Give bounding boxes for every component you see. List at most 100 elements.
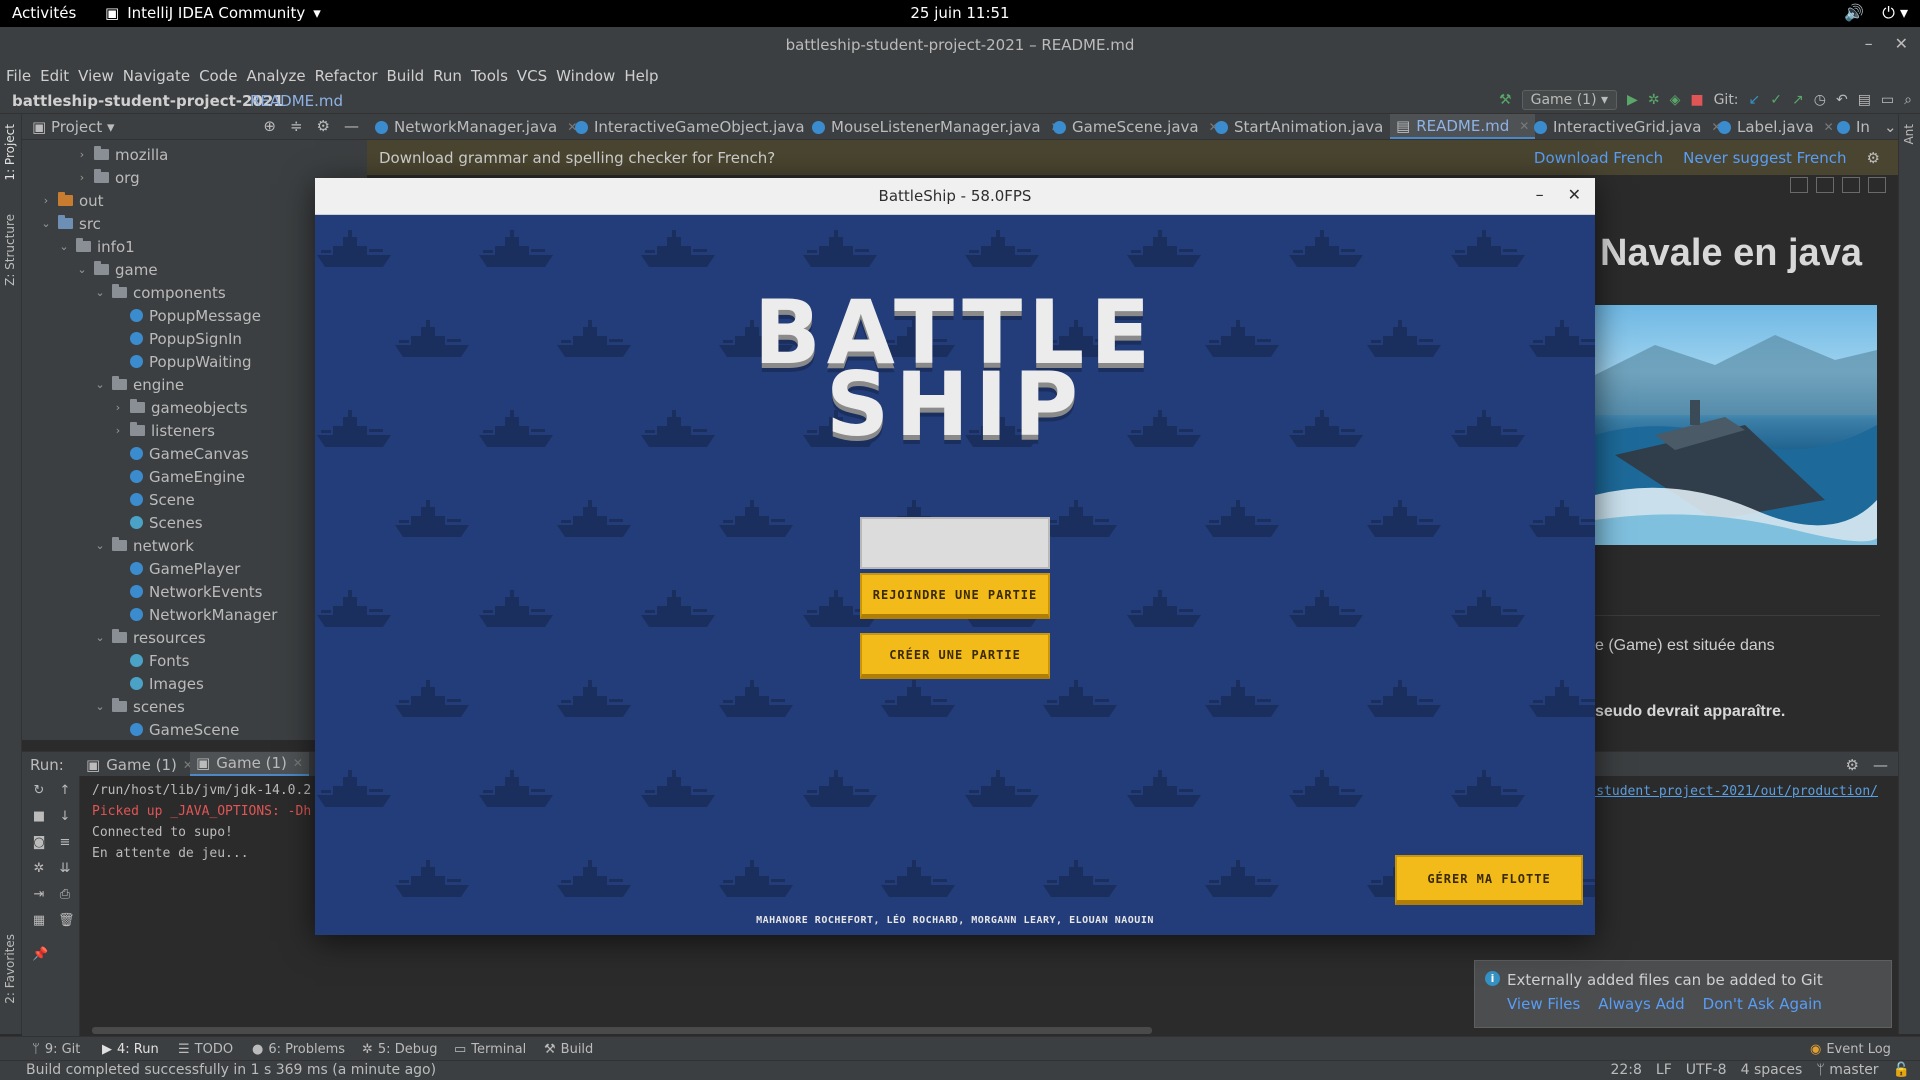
editor-tab[interactable]: Label.java ✕ [1718, 114, 1834, 139]
project-tool-tab[interactable]: 1: Project [3, 124, 17, 181]
pin-icon[interactable]: 📌 [32, 948, 48, 962]
dont-ask-link[interactable]: Don't Ask Again [1703, 995, 1822, 1013]
chevron-down-icon[interactable]: ⌄ [94, 286, 106, 299]
minimize-icon[interactable]: – [1865, 34, 1873, 53]
output-path-link[interactable]: p-student-project-2021/out/production/ [1581, 784, 1878, 799]
editor-tab[interactable]: InteractiveGrid.java ✕ [1534, 114, 1722, 139]
menu-analyze[interactable]: Analyze [246, 67, 305, 85]
power-icon[interactable]: ⏻ ▾ [1882, 3, 1908, 23]
console-scrollbar[interactable] [92, 1027, 1152, 1034]
menu-window[interactable]: Window [556, 67, 615, 85]
tree-node[interactable]: › mozilla [76, 143, 169, 166]
hide-icon[interactable]: — [344, 117, 359, 135]
chevron-right-icon[interactable]: › [112, 401, 124, 414]
menu-refactor[interactable]: Refactor [315, 67, 378, 85]
chevron-right-icon[interactable]: › [76, 171, 88, 184]
project-structure-icon[interactable]: ▤ [1858, 92, 1871, 108]
terminal-tool-button[interactable]: ▭ Terminal [454, 1042, 526, 1057]
stop-icon[interactable]: ■ [32, 810, 46, 824]
editor-tab[interactable]: In ⌄ [1837, 114, 1897, 139]
chevron-down-icon[interactable]: ⌄ [1884, 118, 1897, 136]
chevron-down-icon[interactable]: ⌄ [94, 700, 106, 713]
menu-navigate[interactable]: Navigate [123, 67, 190, 85]
run-tab-active[interactable]: ▣ Game (1) ✕ [190, 752, 309, 777]
create-game-button[interactable]: CRÉER UNE PARTIE [860, 633, 1050, 679]
git-branch[interactable]: ᛘ master [1816, 1062, 1878, 1078]
manage-fleet-button[interactable]: GÉRER MA FLOTTE [1395, 855, 1583, 905]
project-view-select[interactable]: ▣ Project ▾ [32, 118, 115, 136]
problems-tool-button[interactable]: ● 6: Problems [252, 1042, 345, 1057]
tree-node[interactable]: NetworkEvents [112, 580, 262, 603]
menu-file[interactable]: File [6, 67, 31, 85]
run-icon[interactable]: ▶ [1627, 92, 1638, 108]
chevron-down-icon[interactable]: ⌄ [58, 240, 70, 253]
debug-icon[interactable]: ✲ [32, 862, 46, 876]
debug-tool-button[interactable]: ✲ 5: Debug [362, 1042, 437, 1057]
tree-node[interactable]: GameEngine [112, 465, 245, 488]
stop-icon[interactable]: ■ [1690, 92, 1703, 108]
event-log-button[interactable]: ◉ Event Log [1810, 1042, 1891, 1057]
tree-node[interactable]: › out [40, 189, 104, 212]
tree-node[interactable]: ⌄ scenes [94, 695, 184, 718]
run-config-select[interactable]: Game (1) ▾ [1521, 90, 1618, 110]
pseudo-input[interactable] [860, 517, 1050, 569]
editor-tab[interactable]: MouseListenerManager.java✕ [812, 114, 1061, 139]
gear-icon[interactable]: ⚙ [1846, 756, 1859, 774]
gear-icon[interactable]: ⚙ [1867, 149, 1880, 167]
tree-node[interactable]: Scene [112, 488, 195, 511]
tree-node[interactable]: ⌄ game [76, 258, 157, 281]
tree-node[interactable]: › org [76, 166, 140, 189]
soft-wrap-icon[interactable]: ≡ [58, 836, 72, 850]
menu-tools[interactable]: Tools [471, 67, 508, 85]
close-icon[interactable]: ✕ [1519, 119, 1529, 133]
git-update-icon[interactable]: ↙ [1749, 92, 1761, 108]
line-separator[interactable]: LF [1656, 1062, 1672, 1078]
menu-view[interactable]: View [78, 67, 114, 85]
hide-icon[interactable]: — [1873, 756, 1888, 774]
close-icon[interactable]: ✕ [1895, 34, 1908, 53]
minimize-icon[interactable]: – [1536, 185, 1544, 204]
menu-build[interactable]: Build [387, 67, 425, 85]
git-push-icon[interactable]: ↗ [1792, 92, 1804, 108]
todo-tool-button[interactable]: ☰ TODO [178, 1042, 233, 1057]
download-french-link[interactable]: Download French [1534, 149, 1663, 167]
scroll-end-icon[interactable]: ⇊ [58, 862, 72, 876]
menu-code[interactable]: Code [199, 67, 237, 85]
chevron-down-icon[interactable]: ⌄ [94, 631, 106, 644]
view-files-link[interactable]: View Files [1507, 995, 1580, 1013]
structure-tool-tab[interactable]: Z: Structure [3, 214, 17, 286]
print-icon[interactable]: ⎙ [58, 888, 72, 902]
caret-position[interactable]: 22:8 [1610, 1062, 1641, 1078]
run-tool-button[interactable]: ▶ 4: Run [102, 1042, 159, 1057]
coverage-icon[interactable]: ◈ [1670, 92, 1681, 108]
editor-tab[interactable]: NetworkManager.java ✕ [375, 114, 577, 139]
tree-node[interactable]: Scenes [112, 511, 203, 534]
menu-vcs[interactable]: VCS [517, 67, 547, 85]
chevron-right-icon[interactable]: › [40, 194, 52, 207]
git-commit-icon[interactable]: ✓ [1770, 92, 1782, 108]
breadcrumb-project[interactable]: battleship-student-project-2021 [12, 92, 284, 110]
tree-node[interactable]: GameScene [112, 718, 239, 740]
chevron-down-icon[interactable]: ⌄ [76, 263, 88, 276]
debug-icon[interactable]: ✲ [1648, 92, 1660, 108]
tree-node[interactable]: ⌄ network [94, 534, 194, 557]
tree-node[interactable]: Images [112, 672, 204, 695]
close-icon[interactable]: ✕ [1824, 120, 1834, 134]
run-tab[interactable]: ▣ Game (1) ✕ [80, 752, 199, 777]
build-hammer-icon[interactable]: ⚒ [1499, 92, 1512, 108]
menu-help[interactable]: Help [624, 67, 658, 85]
chevron-down-icon[interactable]: ⌄ [94, 378, 106, 391]
tree-node[interactable]: GameCanvas [112, 442, 249, 465]
layout-icon[interactable]: ▭ [1881, 92, 1894, 108]
tree-node[interactable]: Fonts [112, 649, 189, 672]
tree-node[interactable]: PopupWaiting [112, 350, 252, 373]
git-tool-button[interactable]: ᛘ 9: Git [32, 1042, 80, 1057]
tree-node[interactable]: ⌄ resources [94, 626, 205, 649]
up-icon[interactable]: ↑ [58, 784, 72, 798]
close-icon[interactable]: ✕ [1568, 185, 1581, 204]
layout-icon[interactable]: ▦ [32, 914, 46, 928]
file-encoding[interactable]: UTF-8 [1686, 1062, 1727, 1078]
collapse-icon[interactable]: ≑ [290, 117, 303, 135]
chevron-down-icon[interactable]: ⌄ [40, 217, 52, 230]
breadcrumb-file[interactable]: README.md [250, 92, 343, 110]
